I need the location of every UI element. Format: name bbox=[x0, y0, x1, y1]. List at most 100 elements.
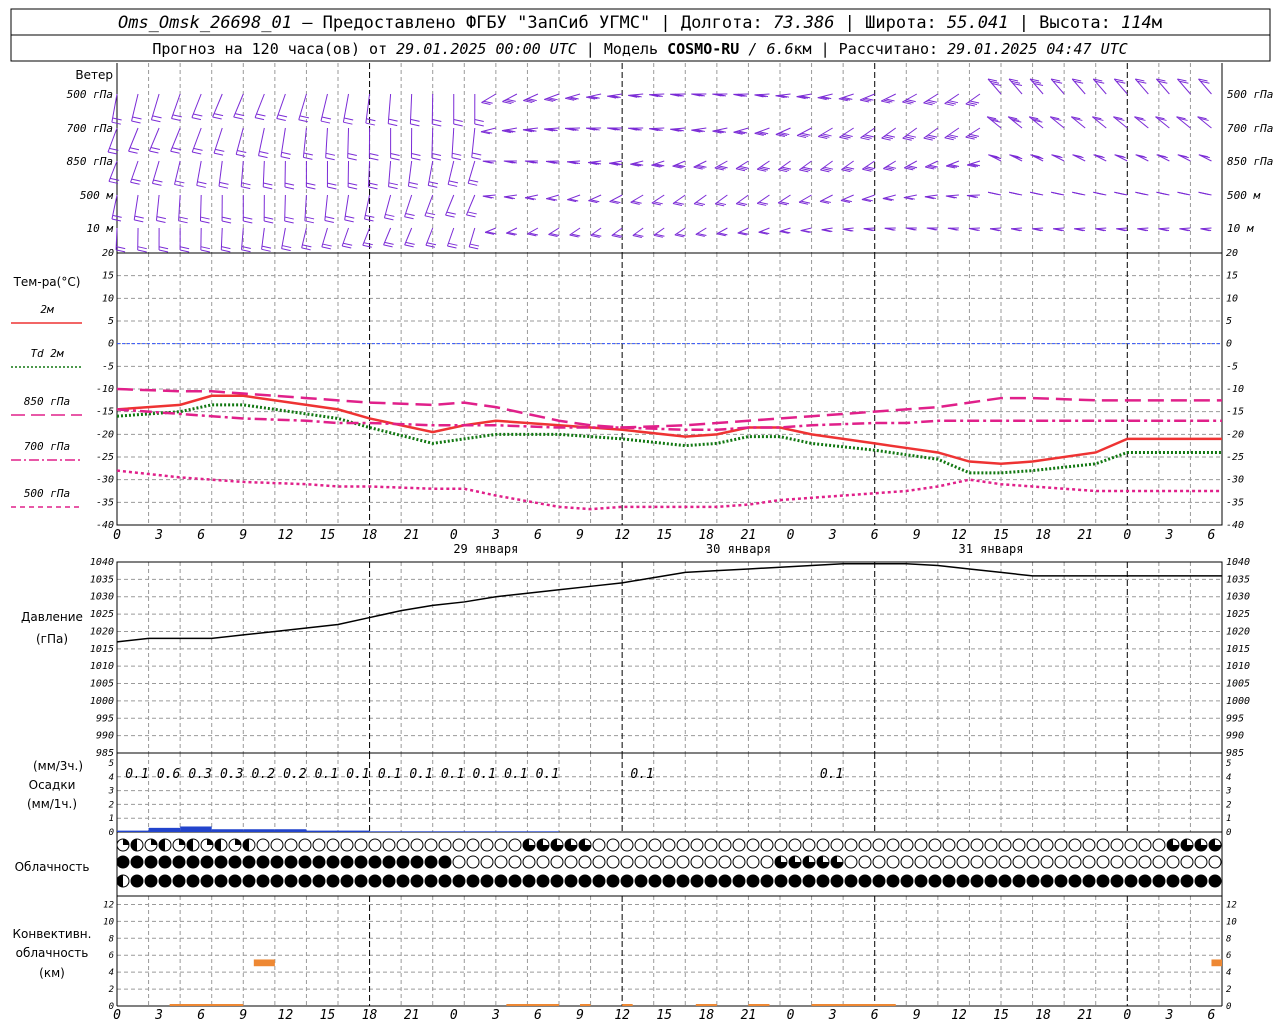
wind-barb bbox=[235, 127, 244, 155]
wind-barb-feather bbox=[343, 242, 353, 246]
wind-barb-feather bbox=[902, 137, 912, 141]
header-part: / bbox=[739, 40, 766, 58]
cloud-symbol bbox=[662, 874, 676, 888]
cloud-symbol bbox=[914, 855, 928, 869]
cloud-symbol bbox=[718, 874, 732, 888]
cloud-symbol bbox=[256, 855, 270, 869]
wind-barb-feather bbox=[404, 244, 414, 248]
cloud-symbol bbox=[536, 855, 550, 869]
wind-barb-feather bbox=[221, 216, 232, 220]
y-tick-label-left: -30 bbox=[96, 475, 114, 486]
wind-barb-feather bbox=[193, 113, 203, 117]
cloud-symbol bbox=[522, 855, 536, 869]
cloud-symbol bbox=[1040, 855, 1054, 869]
conv-y-tick-left: 12 bbox=[103, 900, 114, 910]
temp-legend-label: 2м bbox=[40, 303, 54, 316]
cloud-symbol bbox=[228, 855, 242, 869]
conv-base-bar bbox=[580, 1004, 591, 1006]
wind-barb-feather bbox=[967, 102, 978, 106]
wind-barb-feather bbox=[264, 216, 274, 220]
hour-tick-label: 3 bbox=[491, 528, 500, 543]
wind-barb-feather bbox=[174, 183, 184, 187]
cloud-symbol bbox=[1082, 855, 1096, 869]
cloud-symbol bbox=[998, 855, 1012, 869]
cloud-symbol bbox=[480, 874, 494, 888]
cloud-symbol bbox=[298, 838, 312, 852]
y-tick-label-left: 0 bbox=[108, 339, 114, 350]
precip-bar bbox=[148, 827, 181, 832]
precip-amount-label: 0.1 bbox=[473, 767, 496, 782]
cloud-symbol bbox=[326, 838, 340, 852]
wind-barb-feather bbox=[883, 136, 893, 140]
wind-barb-feather bbox=[904, 136, 914, 140]
wind-barb-feather bbox=[426, 242, 437, 246]
y-tick-label-right: 20 bbox=[1226, 248, 1238, 259]
cloud-symbol bbox=[718, 838, 732, 852]
wind-barb-feather bbox=[221, 220, 232, 224]
cloud-symbol bbox=[1180, 874, 1194, 888]
wind-barb-feather bbox=[453, 123, 463, 127]
header-part: 55.041 bbox=[947, 13, 1008, 33]
panel-frame bbox=[116, 561, 1223, 754]
wind-barb bbox=[130, 160, 139, 183]
cloud-symbol bbox=[312, 874, 326, 888]
cloud-symbol bbox=[410, 838, 424, 852]
wind-level-label-right: 10 м bbox=[1227, 222, 1254, 235]
wind-level-label-left: 500 гПа bbox=[67, 88, 113, 101]
conv-ylabel-2: облачность bbox=[16, 946, 89, 960]
cloud-symbol bbox=[620, 855, 634, 869]
y-tick-label-right: 1015 bbox=[1226, 644, 1250, 655]
cloud-symbol bbox=[144, 874, 158, 888]
wind-barb-feather bbox=[212, 116, 222, 120]
cloud-symbol bbox=[830, 838, 844, 852]
cloud-symbol bbox=[522, 874, 536, 888]
cloud-symbol bbox=[382, 838, 396, 852]
cloud-symbol bbox=[844, 874, 858, 888]
wind-barb-feather bbox=[408, 181, 419, 185]
y-tick-label-right: 2 bbox=[1226, 800, 1231, 810]
cloud-symbol bbox=[578, 874, 592, 888]
hour-tick-label: 9 bbox=[239, 528, 247, 543]
wind-barb-feather bbox=[241, 186, 251, 190]
y-tick-label-left: -40 bbox=[96, 520, 114, 531]
temp-ylabel: Тем-ра(°С) bbox=[13, 275, 81, 289]
hour-tick-label: 15 bbox=[656, 528, 672, 543]
cloud-symbol bbox=[494, 855, 508, 869]
wind-barb-feather bbox=[388, 123, 398, 127]
wind-barb-feather bbox=[243, 220, 253, 224]
day-label: 29 января bbox=[453, 542, 518, 556]
hour-tick-label: 9 bbox=[576, 528, 584, 543]
cloud-symbol bbox=[284, 855, 298, 869]
wind-barb-feather bbox=[261, 245, 272, 249]
wind-barb-feather bbox=[254, 117, 265, 121]
y-tick-label-left: 1005 bbox=[90, 679, 114, 690]
wind-barb-feather bbox=[282, 245, 292, 249]
y-tick-label-right: -40 bbox=[1226, 520, 1244, 531]
hour-tick-label: 0 bbox=[787, 528, 795, 543]
wind-barb-feather bbox=[196, 184, 206, 188]
wind-barb-feather bbox=[151, 119, 161, 123]
wind-barb-feather bbox=[236, 153, 246, 157]
hour-tick-label: 0 bbox=[1123, 1008, 1131, 1023]
cloud-symbol bbox=[424, 855, 438, 869]
wind-barb-feather bbox=[263, 182, 273, 186]
wind-barb-feather bbox=[1074, 192, 1084, 196]
cloud-symbol bbox=[676, 874, 690, 888]
hour-tick-label: 3 bbox=[491, 1008, 500, 1023]
wind-barb-feather bbox=[1200, 192, 1210, 196]
wind-barb-feather bbox=[156, 216, 166, 220]
cloud-symbol bbox=[354, 838, 368, 852]
cloud-symbol bbox=[1026, 855, 1040, 869]
conv-bar bbox=[1211, 959, 1222, 967]
wind-barb-feather bbox=[431, 157, 441, 161]
cloud-symbol bbox=[214, 855, 228, 869]
header-part: Прогноз на 120 часа(ов) от bbox=[152, 40, 396, 58]
cloud-symbol bbox=[508, 874, 522, 888]
hour-tick-label: 0 bbox=[450, 1008, 458, 1023]
precip-bar bbox=[495, 831, 528, 832]
wind-barb-feather bbox=[218, 185, 229, 189]
conv-y-tick-right: 8 bbox=[1226, 934, 1231, 944]
cloud-symbol bbox=[298, 855, 312, 869]
wind-barb-feather bbox=[219, 181, 229, 185]
wind-barb-feather bbox=[410, 123, 420, 127]
